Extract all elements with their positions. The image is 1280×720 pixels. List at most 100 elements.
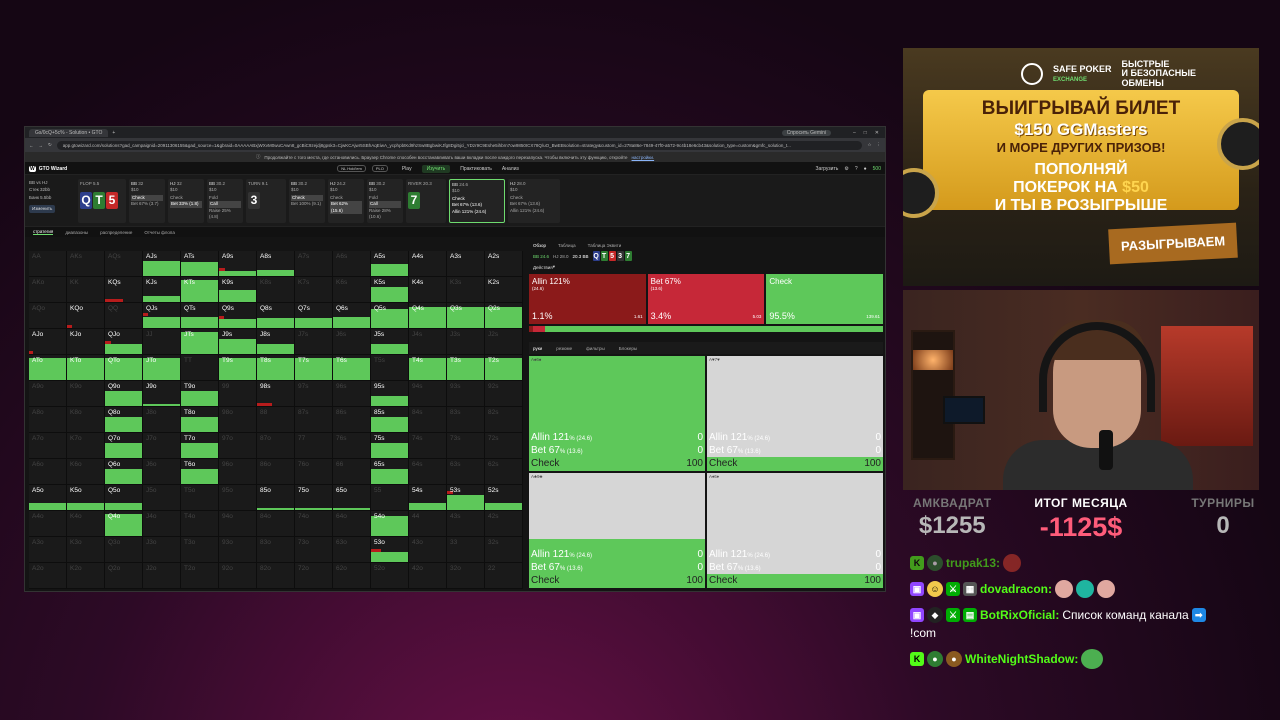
matrix-cell-77[interactable]: 77 — [295, 433, 333, 459]
minimize-icon[interactable]: – — [853, 130, 856, 136]
matrix-cell-Q2s[interactable]: Q2s — [485, 303, 523, 329]
matrix-cell-Q3o[interactable]: Q3o — [105, 537, 143, 563]
matrix-cell-63o[interactable]: 63o — [333, 537, 371, 563]
matrix-cell-JJ[interactable]: JJ — [143, 329, 181, 355]
matrix-cell-Q4s[interactable]: Q4s — [409, 303, 447, 329]
matrix-cell-95s[interactable]: 95s — [371, 381, 409, 407]
matrix-cell-65s[interactable]: 65s — [371, 459, 409, 485]
matrix-cell-84s[interactable]: 84s — [409, 407, 447, 433]
matrix-cell-A7o[interactable]: A7o — [29, 433, 67, 459]
matrix-cell-T8o[interactable]: T8o — [181, 407, 219, 433]
matrix-cell-T7o[interactable]: T7o — [181, 433, 219, 459]
tab-filters[interactable]: фильтры — [586, 346, 605, 351]
nav-play[interactable]: Play — [402, 166, 412, 172]
matrix-cell-T9s[interactable]: T9s — [219, 355, 257, 381]
matrix-cell-J5s[interactable]: J5s — [371, 329, 409, 355]
matrix-cell-T7s[interactable]: T7s — [295, 355, 333, 381]
matrix-cell-JTo[interactable]: JTo — [143, 355, 181, 381]
matrix-cell-QQ[interactable]: QQ — [105, 303, 143, 329]
matrix-cell-K2s[interactable]: K2s — [485, 277, 523, 303]
matrix-cell-K3o[interactable]: K3o — [67, 537, 105, 563]
star-icon[interactable]: ☆ — [867, 142, 871, 148]
matrix-cell-42o[interactable]: 42o — [409, 563, 447, 589]
matrix-cell-KTs[interactable]: KTs — [181, 277, 219, 303]
matrix-cell-Q4o[interactable]: Q4o — [105, 511, 143, 537]
matrix-cell-QTo[interactable]: QTo — [105, 355, 143, 381]
matrix-cell-J6o[interactable]: J6o — [143, 459, 181, 485]
matrix-cell-96s[interactable]: 96s — [333, 381, 371, 407]
matrix-cell-Q9s[interactable]: Q9s — [219, 303, 257, 329]
matrix-cell-J3s[interactable]: J3s — [447, 329, 485, 355]
matrix-cell-75o[interactable]: 75o — [295, 485, 333, 511]
forward-icon[interactable]: → — [39, 143, 44, 148]
matrix-cell-J9o[interactable]: J9o — [143, 381, 181, 407]
matrix-cell-AKs[interactable]: AKs — [67, 251, 105, 277]
matrix-cell-85s[interactable]: 85s — [371, 407, 409, 433]
action-bet[interactable]: Bet 67% (13.6) 3.4% 5.03 — [647, 274, 765, 324]
matrix-cell-AQs[interactable]: AQs — [105, 251, 143, 277]
turn-board[interactable]: TURN 9.1 3 — [246, 178, 286, 223]
matrix-cell-84o[interactable]: 84o — [257, 511, 295, 537]
matrix-cell-AQo[interactable]: AQo — [29, 303, 67, 329]
spot-hj-river[interactable]: HJ 28.0 $10 Check Bet 67% (13.6) Allin 121% … — [508, 178, 560, 223]
nav-analyze[interactable]: Анализ — [502, 166, 519, 172]
tab-flop-reports[interactable]: Отчеты флопа — [144, 230, 175, 235]
matrix-cell-J3o[interactable]: J3o — [143, 537, 181, 563]
change-button[interactable]: Изменить — [29, 205, 56, 214]
matrix-cell-T4o[interactable]: T4o — [181, 511, 219, 537]
matrix-cell-T3o[interactable]: T3o — [181, 537, 219, 563]
spot-hj-flop[interactable]: HJ 32 $10 Check Bet 33% (1.8) — [168, 178, 204, 223]
matrix-cell-AA[interactable]: AA — [29, 251, 67, 277]
matrix-cell-88[interactable]: 88 — [257, 407, 295, 433]
matrix-cell-A5s[interactable]: A5s — [371, 251, 409, 277]
matrix-cell-83s[interactable]: 83s — [447, 407, 485, 433]
matrix-cell-T2s[interactable]: T2s — [485, 355, 523, 381]
matrix-cell-Q7s[interactable]: Q7s — [295, 303, 333, 329]
matrix-cell-73o[interactable]: 73o — [295, 537, 333, 563]
matrix-cell-J7o[interactable]: J7o — [143, 433, 181, 459]
matrix-cell-KJs[interactable]: KJs — [143, 277, 181, 303]
matrix-cell-95o[interactable]: 95o — [219, 485, 257, 511]
matrix-cell-65o[interactable]: 65o — [333, 485, 371, 511]
matrix-cell-J8s[interactable]: J8s — [257, 329, 295, 355]
maximize-icon[interactable]: □ — [864, 130, 867, 136]
matrix-cell-TT[interactable]: TT — [181, 355, 219, 381]
spot-bb-flop-2[interactable]: BB 30.2 $10 Fold Call Raise 25% (4.8) — [207, 178, 243, 223]
matrix-cell-75s[interactable]: 75s — [371, 433, 409, 459]
matrix-cell-T6o[interactable]: T6o — [181, 459, 219, 485]
matrix-cell-43o[interactable]: 43o — [409, 537, 447, 563]
matrix-cell-63s[interactable]: 63s — [447, 459, 485, 485]
matrix-cell-32s[interactable]: 32s — [485, 537, 523, 563]
matrix-cell-Q5s[interactable]: Q5s — [371, 303, 409, 329]
matrix-cell-J9s[interactable]: J9s — [219, 329, 257, 355]
matrix-cell-87s[interactable]: 87s — [295, 407, 333, 433]
matrix-cell-A6s[interactable]: A6s — [333, 251, 371, 277]
matrix-cell-K6s[interactable]: K6s — [333, 277, 371, 303]
matrix-cell-82s[interactable]: 82s — [485, 407, 523, 433]
matrix-cell-53s[interactable]: 53s — [447, 485, 485, 511]
matrix-cell-72s[interactable]: 72s — [485, 433, 523, 459]
matrix-cell-86o[interactable]: 86o — [257, 459, 295, 485]
matrix-cell-99[interactable]: 99 — [219, 381, 257, 407]
nav-study[interactable]: Изучить — [421, 164, 451, 173]
actions-dropdown[interactable]: Действия ▾ — [529, 262, 883, 272]
matrix-cell-J7s[interactable]: J7s — [295, 329, 333, 355]
matrix-cell-J8o[interactable]: J8o — [143, 407, 181, 433]
tab-equity-table[interactable]: Таблица Эквити — [588, 243, 622, 248]
spot-hj-turn[interactable]: HJ 24.2 $10 Check Bet 62% (15.6) — [328, 178, 364, 223]
tab-table[interactable]: Таблица — [558, 243, 576, 248]
matrix-cell-96o[interactable]: 96o — [219, 459, 257, 485]
matrix-cell-K8o[interactable]: K8o — [67, 407, 105, 433]
matrix-cell-QTs[interactable]: QTs — [181, 303, 219, 329]
matrix-cell-72o[interactable]: 72o — [295, 563, 333, 589]
matrix-cell-92o[interactable]: 92o — [219, 563, 257, 589]
combo-card[interactable]: A♣9♣ Allin 121% (24.6) 0 Bet 67% (13.6) 0 Che… — [529, 473, 705, 588]
matrix-cell-A6o[interactable]: A6o — [29, 459, 67, 485]
close-icon[interactable]: ✕ — [875, 130, 879, 136]
matrix-cell-44[interactable]: 44 — [409, 511, 447, 537]
matrix-cell-83o[interactable]: 83o — [257, 537, 295, 563]
settings-icon[interactable]: ⚙ — [844, 166, 848, 172]
matrix-cell-K6o[interactable]: K6o — [67, 459, 105, 485]
matrix-cell-K9o[interactable]: K9o — [67, 381, 105, 407]
matrix-cell-QJs[interactable]: QJs — [143, 303, 181, 329]
